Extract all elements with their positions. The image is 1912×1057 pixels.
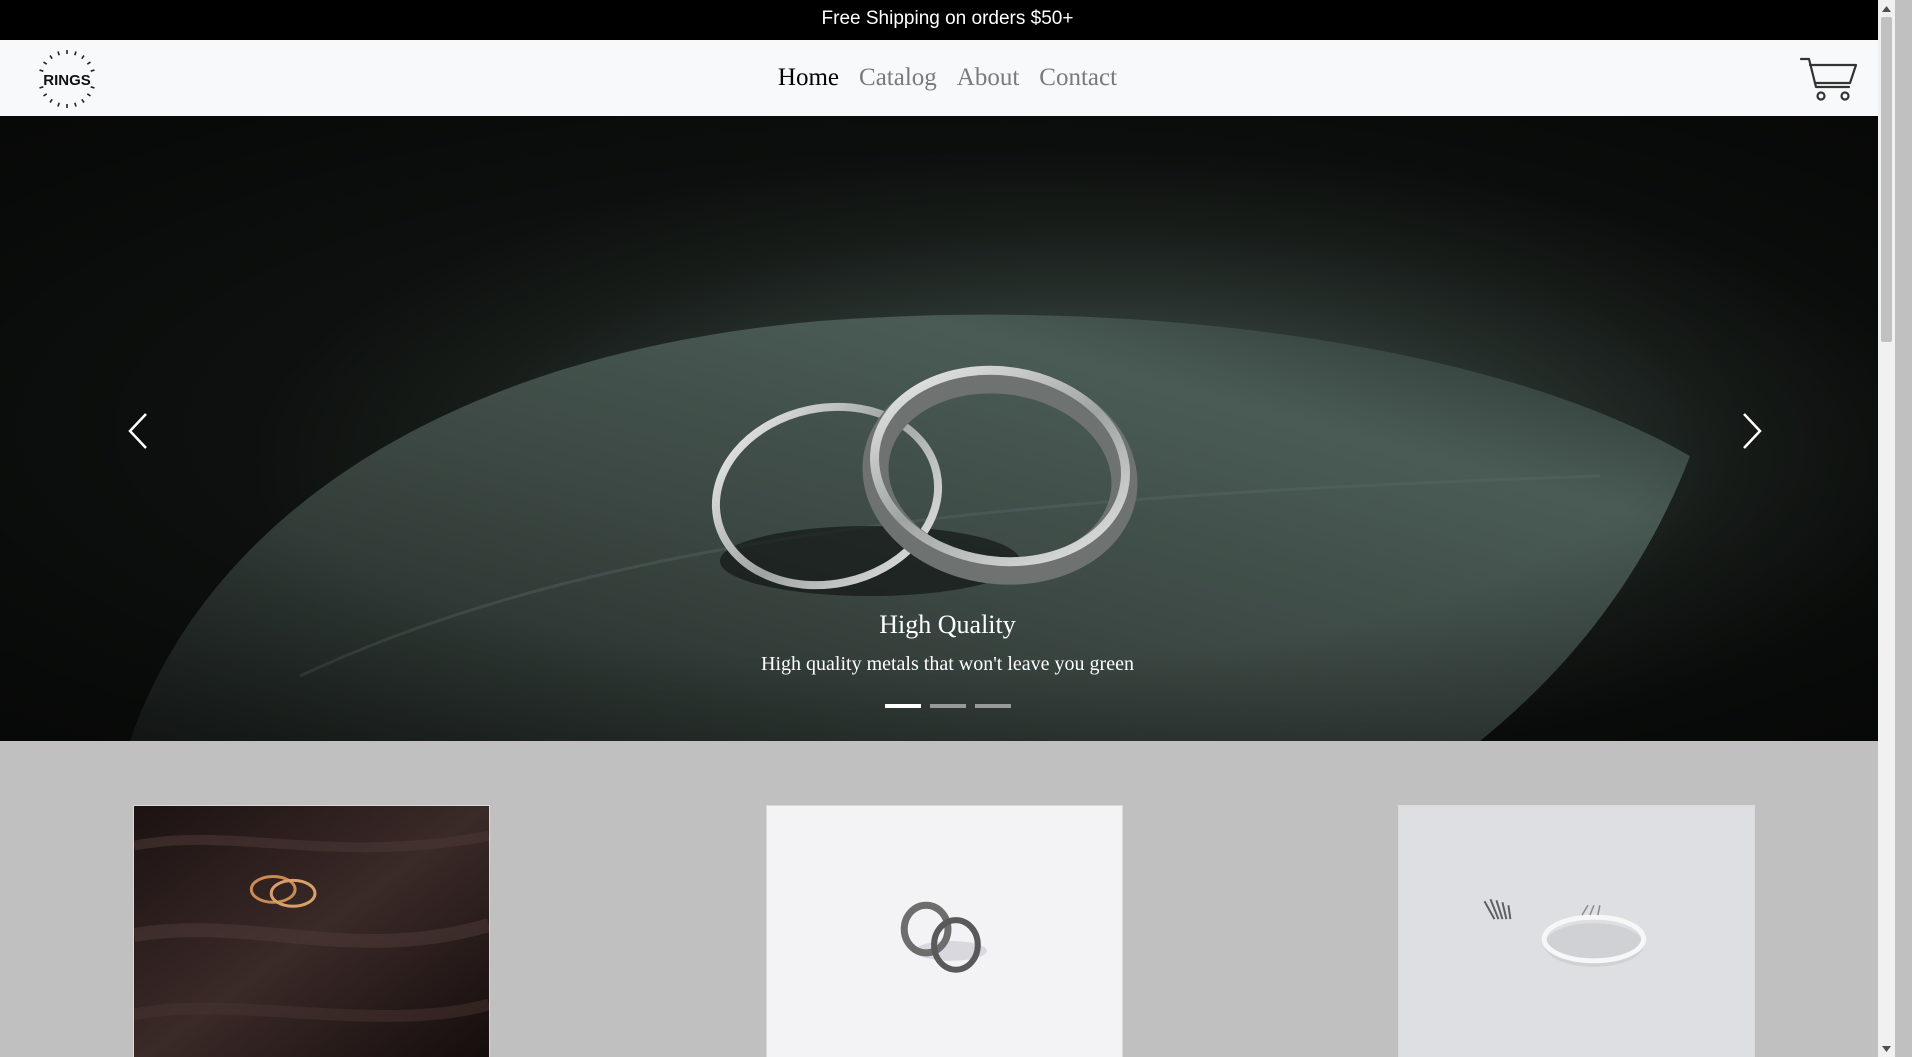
scrollbar-thumb[interactable] [1881, 17, 1892, 342]
carousel-prev-button[interactable] [113, 401, 163, 461]
nav-about[interactable]: About [957, 64, 1020, 92]
carousel-caption-text: High quality metals that won't leave you… [761, 653, 1134, 675]
product-grid [0, 741, 1895, 1057]
product-image-white-ring [1399, 806, 1754, 1057]
carousel-indicator-2[interactable] [929, 704, 966, 708]
rings-logo[interactable]: RINGS [36, 48, 98, 110]
product-card[interactable] [766, 805, 1123, 1057]
carousel-indicator-3[interactable] [974, 704, 1011, 708]
chevron-right-icon [1743, 413, 1762, 449]
navbar: RINGS Home Catalog About Contact [0, 40, 1895, 116]
chevron-left-icon [128, 413, 147, 449]
carousel-indicator-1[interactable] [884, 704, 921, 708]
product-card[interactable] [133, 805, 490, 1057]
hero-image [0, 116, 1895, 741]
product-image-gold-rings [134, 806, 489, 1057]
scroll-up-arrow-icon[interactable] [1878, 0, 1895, 17]
page-scrollbar[interactable] [1878, 0, 1895, 1057]
hero-carousel: High Quality High quality metals that wo… [0, 116, 1895, 741]
scroll-down-arrow-icon[interactable] [1878, 1040, 1895, 1057]
shopping-cart-icon[interactable] [1799, 55, 1859, 103]
product-image-silver-rings [767, 806, 1122, 1057]
carousel-next-button[interactable] [1727, 401, 1777, 461]
announcement-bar: Free Shipping on orders $50+ [0, 0, 1895, 40]
product-card[interactable] [1398, 805, 1755, 1057]
announcement-text: Free Shipping on orders $50+ [821, 8, 1074, 29]
nav-catalog[interactable]: Catalog [859, 64, 937, 92]
nav-home[interactable]: Home [778, 64, 839, 92]
page: Free Shipping on orders $50+ RINGS Home … [0, 0, 1895, 1057]
logo-text: RINGS [43, 72, 91, 89]
carousel-caption-title: High Quality [879, 610, 1016, 639]
nav-contact[interactable]: Contact [1039, 64, 1117, 92]
carousel-indicators [0, 704, 1895, 708]
main-nav: Home Catalog About Contact [778, 64, 1117, 92]
